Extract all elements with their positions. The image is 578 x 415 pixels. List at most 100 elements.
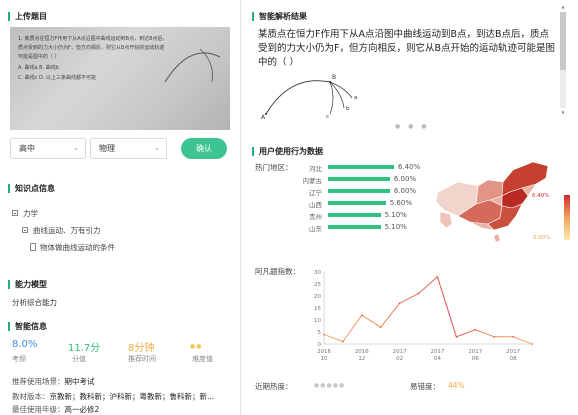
tree-item-label: 物体做曲线运动的条件 — [40, 243, 115, 252]
uploaded-question-photo: 1. 某质点在恒力F作用下从A点沿图中曲线运动到B点，到达B点后， 质点受到的力… — [10, 27, 230, 130]
index-point — [436, 276, 439, 278]
index-point — [512, 336, 514, 338]
x-tick-month: 12 — [358, 356, 365, 362]
index-point — [493, 336, 495, 338]
index-point — [474, 328, 477, 331]
index-point — [455, 336, 458, 338]
region-bar — [328, 165, 394, 169]
chevron-down-icon: ⌄ — [154, 144, 160, 152]
region-bar — [328, 213, 381, 217]
subject-select-value: 物理 — [99, 144, 115, 153]
question-text: 某质点在恒力F作用下从A点沿图中曲线运动到B点，到达B点后，质点受到的力大小仍为… — [258, 29, 555, 68]
region-percent: 6.40% — [398, 163, 421, 171]
region-bar — [328, 225, 381, 229]
x-tick-year: 2017 — [506, 349, 520, 355]
chevron-down-icon: ⌄ — [73, 144, 79, 152]
recommend-value: 期中考试 — [64, 377, 95, 386]
photo-line: 质点受到的力大小仍为F，但方向相反，则它从B点开始的运动轨迹 — [18, 45, 165, 51]
region-percent: 5.10% — [384, 223, 407, 231]
best-grade: 最佳使用年级：高一必修2 — [12, 404, 99, 415]
photo-line: 可能是图中的（ ） — [18, 54, 60, 60]
region-name: 山西 — [309, 201, 322, 209]
recent-heat-label: 近期热度： — [255, 382, 293, 391]
region-name: 山东 — [309, 225, 322, 233]
region-percent: 6.00% — [393, 187, 417, 195]
recommend-label: 推荐使用场景： — [12, 377, 65, 386]
scroll-down-icon[interactable]: ▼ — [560, 110, 566, 115]
tree-item-label: 力学 — [23, 209, 38, 218]
scrollbar[interactable] — [560, 12, 566, 108]
region-percent: 6.00% — [393, 175, 417, 183]
region-name: 河北 — [309, 165, 322, 173]
index-point — [417, 292, 420, 295]
time-label: 推荐时间 — [128, 355, 156, 363]
x-tick-year: 2017 — [468, 349, 482, 355]
x-tick-month: 08 — [510, 356, 517, 362]
carousel-dots[interactable]: ● ● ● — [395, 123, 430, 130]
region-name: 内蒙古 — [302, 177, 323, 185]
x-tick-month: 02 — [396, 356, 403, 362]
document-icon — [30, 243, 36, 251]
scrollbar-thumb[interactable] — [560, 12, 566, 70]
time-value: 8分钟 — [128, 343, 155, 354]
left-panel: 上传题目 1. 某质点在恒力F作用下从A点沿图中曲线运动到B点，到达B点后， 质… — [0, 0, 238, 415]
knowledge-title: 知识点信息 — [8, 184, 55, 193]
y-tick-label: 30 — [314, 270, 321, 276]
frequency-value: 8.0% — [12, 339, 38, 350]
map-legend-max: 6.40% — [532, 193, 550, 199]
figure-label: B — [332, 74, 336, 81]
region-bar — [328, 177, 390, 181]
upload-title: 上传题目 — [8, 12, 47, 21]
index-point — [342, 340, 344, 343]
textbook-version: 教材版本：京教新；教科新；沪科新；粤教新；鲁科新；新... — [12, 391, 214, 402]
textbook-label: 教材版本： — [12, 392, 50, 401]
scroll-up-icon[interactable]: ▲ — [560, 4, 566, 9]
tree-item-label: 曲线运动、万有引力 — [33, 226, 101, 235]
smart-info-title: 智能信息 — [8, 322, 47, 331]
grade-select-value: 高中 — [19, 144, 35, 153]
map-legend — [564, 195, 570, 240]
y-tick-label: 10 — [314, 318, 321, 324]
y-tick-label: 25 — [314, 282, 321, 288]
difficulty-stars: ●● — [190, 343, 203, 350]
analysis-title: 智能解析结果 — [252, 12, 307, 21]
region-bar — [328, 201, 386, 205]
x-tick-month: 06 — [472, 356, 479, 362]
index-point — [361, 314, 363, 316]
ability-title: 能力模型 — [8, 280, 47, 289]
region-bar — [328, 189, 390, 193]
collapse-icon — [12, 210, 18, 216]
photo-line: A. 曲线a B. 曲线b — [18, 65, 59, 71]
map-legend-min: 0.00% — [533, 235, 551, 241]
figure-label: b — [346, 106, 350, 112]
behavior-title: 用户使用行为数据 — [252, 147, 323, 156]
index-point — [398, 302, 401, 304]
figure-label: a — [354, 95, 357, 101]
recommend-scene: 推荐使用场景：期中考试 — [12, 376, 95, 387]
panel-divider — [240, 0, 241, 415]
index-point — [531, 343, 533, 345]
best-grade-label: 最佳使用年级： — [12, 405, 65, 414]
tree-item-condition[interactable]: 物体做曲线运动的条件 — [30, 242, 115, 253]
difficulty-label: 难度值 — [192, 355, 213, 363]
figure-label: c — [326, 114, 329, 120]
region-percent: 5.60% — [389, 199, 412, 207]
grade-select[interactable]: 高中 ⌄ — [10, 138, 86, 159]
x-tick-year: 2017 — [393, 349, 407, 355]
collapse-icon — [22, 227, 28, 233]
trajectory-figure: A B a b c — [261, 74, 357, 120]
subject-select[interactable]: 物理 ⌄ — [90, 138, 167, 159]
textbook-value: 京教新；教科新；沪科新；粤教新；鲁科新；新... — [49, 392, 215, 401]
index-series-line — [323, 275, 533, 345]
region-name: 辽宁 — [309, 189, 322, 197]
index-line-chart: 0510152025302016102016122017022017042017… — [314, 270, 533, 362]
photo-figure — [164, 48, 221, 83]
tree-item-mechanics[interactable]: 力学 — [12, 208, 38, 219]
x-tick-year: 2016 — [317, 349, 331, 355]
figure-label: A — [261, 114, 266, 120]
score-label: 分值 — [72, 355, 86, 363]
region-percent: 5.10% — [384, 211, 407, 219]
y-tick-label: 5 — [318, 330, 322, 336]
confirm-button[interactable]: 确认 — [181, 138, 227, 159]
tree-item-curvilinear[interactable]: 曲线运动、万有引力 — [22, 225, 101, 236]
